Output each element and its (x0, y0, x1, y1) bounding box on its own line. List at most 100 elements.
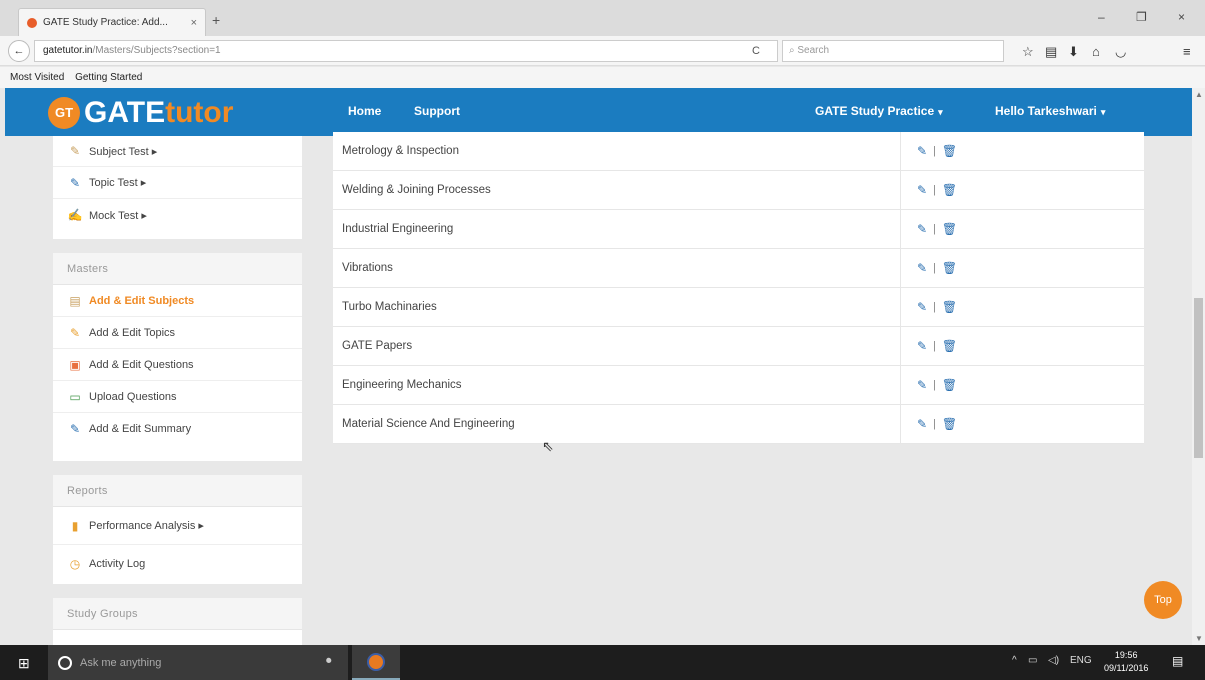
edit-icon[interactable]: ✎ (917, 183, 927, 197)
nav-user-label: Hello Tarkeshwari (995, 104, 1097, 118)
sidebar-item-subject-test[interactable]: ✎ Subject Test ▸ (53, 136, 302, 167)
action-separator: | (933, 262, 936, 274)
sidebar-item-mock-test[interactable]: ✍ Mock Test ▸ (53, 199, 302, 231)
row-actions: ✎ | 🗑 (901, 249, 1144, 287)
browser-tab[interactable]: GATE Study Practice: Add... × (18, 8, 206, 36)
row-actions: ✎ | 🗑 (901, 171, 1144, 209)
sidebar-item-activity-log[interactable]: ◷ Activity Log (53, 545, 302, 583)
delete-icon[interactable]: 🗑 (942, 222, 957, 236)
edit-icon[interactable]: ✎ (917, 300, 927, 314)
sidebar-item-add-edit-topics[interactable]: ✎ Add & Edit Topics (53, 317, 302, 349)
sidebar-item-label: Performance Analysis ▸ (89, 520, 204, 532)
nav-support-link[interactable]: Support (414, 104, 460, 118)
browser-search-input[interactable]: ⌕ Search (782, 40, 1004, 62)
sidebar-item-topic-test[interactable]: ✎ Topic Test ▸ (53, 167, 302, 199)
delete-icon[interactable]: 🗑 (942, 300, 957, 314)
close-window-icon[interactable]: × (1178, 10, 1185, 24)
cortana-search-input[interactable]: Ask me anything (48, 645, 348, 680)
tab-title: GATE Study Practice: Add... (43, 17, 168, 28)
download-icon[interactable]: ⬇ (1068, 44, 1079, 60)
logo-tutor-text: tutor (165, 96, 234, 129)
delete-icon[interactable]: 🗑 (942, 144, 957, 158)
nav-user-dropdown[interactable]: Hello Tarkeshwari ▾ (995, 104, 1105, 118)
menu-icon[interactable]: ≡ (1183, 44, 1191, 59)
row-actions: ✎ | 🗑 (901, 210, 1144, 248)
bookmarks-bar: Most Visited Getting Started (0, 67, 1205, 88)
edit-icon[interactable]: ✎ (917, 339, 927, 353)
scroll-down-icon[interactable]: ▼ (1195, 634, 1203, 643)
site-favicon-icon (27, 17, 37, 28)
firefox-icon (367, 652, 385, 671)
sidebar-item-label: Subject Test ▸ (89, 145, 158, 158)
delete-icon[interactable]: 🗑 (942, 183, 957, 197)
windows-start-icon[interactable]: ⊞ (18, 655, 30, 672)
chevron-down-icon: ▾ (1100, 107, 1106, 117)
delete-icon[interactable]: 🗑 (942, 417, 957, 431)
minimize-icon[interactable]: – (1098, 10, 1105, 24)
bookmark-most-visited[interactable]: Most Visited (10, 72, 64, 83)
edit-icon[interactable]: ✎ (917, 417, 927, 431)
subject-name: GATE Papers (333, 327, 901, 365)
back-icon[interactable]: ← (8, 40, 30, 62)
logo-badge: GT (48, 97, 80, 129)
scroll-top-button[interactable]: Top (1144, 581, 1182, 619)
sidebar-item-performance-analysis[interactable]: ▮ Performance Analysis ▸ (53, 507, 302, 545)
page-scrollbar[interactable]: ▲ ▼ (1192, 88, 1205, 645)
row-actions: ✎ | 🗑 (901, 366, 1144, 404)
sidebar-item-upload-questions[interactable]: ▭ Upload Questions (53, 381, 302, 413)
new-tab-icon[interactable]: + (212, 12, 220, 28)
microphone-icon[interactable]: ⏺ (326, 655, 332, 668)
scroll-up-icon[interactable]: ▲ (1195, 90, 1203, 99)
subjects-table: Metrology & Inspection ✎ | 🗑 Welding & Joini… (333, 132, 1144, 444)
bookmark-getting-started[interactable]: Getting Started (75, 72, 142, 83)
tab-close-icon[interactable]: × (191, 17, 197, 29)
tray-chevron-icon[interactable]: ^ (1012, 655, 1017, 666)
network-icon[interactable]: ▭ (1028, 655, 1037, 666)
sidebar-item-add-edit-summary[interactable]: ✎ Add & Edit Summary (53, 413, 302, 445)
nav-study-practice-dropdown[interactable]: GATE Study Practice ▾ (815, 104, 943, 118)
home-icon[interactable]: ⌂ (1092, 44, 1100, 59)
nav-home-link[interactable]: Home (348, 104, 381, 118)
cortana-placeholder: Ask me anything (80, 656, 162, 669)
edit-icon[interactable]: ✎ (917, 222, 927, 236)
delete-icon[interactable]: 🗑 (942, 339, 957, 353)
sidebar-item-label: Activity Log (89, 558, 146, 570)
table-row: Industrial Engineering ✎ | 🗑 (333, 210, 1144, 249)
subject-name: Metrology & Inspection (333, 132, 901, 170)
reload-icon[interactable]: C (752, 40, 760, 62)
pocket-icon[interactable]: ◡ (1115, 44, 1126, 60)
sidebar-item-add-edit-questions[interactable]: ▣ Add & Edit Questions (53, 349, 302, 381)
language-indicator[interactable]: ENG (1070, 655, 1092, 666)
summary-edit-icon: ✎ (69, 422, 81, 436)
clock-date: 09/11/2016 (1104, 663, 1149, 673)
maximize-icon[interactable]: ❐ (1136, 10, 1147, 24)
address-bar[interactable]: gatetutor.in/Masters/Subjects?section=1 (34, 40, 778, 62)
reader-icon[interactable]: ▤ (1045, 44, 1057, 60)
action-separator: | (933, 340, 936, 352)
edit-icon[interactable]: ✎ (917, 378, 927, 392)
table-row: Engineering Mechanics ✎ | 🗑 (333, 366, 1144, 405)
delete-icon[interactable]: 🗑 (942, 261, 957, 275)
table-row: GATE Papers ✎ | 🗑 (333, 327, 1144, 366)
masters-panel: Masters ▤ Add & Edit Subjects ✎ Add & Ed… (53, 253, 302, 461)
site-logo[interactable]: GT GATE tutor (48, 96, 233, 130)
scroll-thumb[interactable] (1194, 298, 1203, 458)
study-groups-panel: Study Groups (53, 598, 302, 645)
table-row: Turbo Machinaries ✎ | 🗑 (333, 288, 1144, 327)
edit-icon[interactable]: ✎ (917, 261, 927, 275)
subject-name: Material Science And Engineering (333, 405, 901, 443)
tests-panel: ✎ Subject Test ▸ ✎ Topic Test ▸ ✍ Mock T… (53, 136, 302, 239)
sidebar-item-label: Add & Edit Subjects (89, 294, 195, 307)
delete-icon[interactable]: 🗑 (942, 378, 957, 392)
cortana-icon (58, 655, 72, 670)
notification-icon[interactable]: ▤ (1172, 654, 1183, 668)
volume-icon[interactable]: ◁) (1048, 655, 1059, 666)
table-row: Welding & Joining Processes ✎ | 🗑 (333, 171, 1144, 210)
sidebar-item-add-edit-subjects[interactable]: ▤ Add & Edit Subjects (53, 285, 302, 317)
edit-icon: ✎ (69, 175, 81, 190)
table-row: Material Science And Engineering ✎ | 🗑 (333, 405, 1144, 444)
edit-icon[interactable]: ✎ (917, 144, 927, 158)
bookmark-star-icon[interactable]: ☆ (1022, 44, 1034, 60)
firefox-taskbar-button[interactable] (352, 645, 400, 680)
taskbar-clock[interactable]: 19:56 09/11/2016 (1104, 649, 1148, 675)
